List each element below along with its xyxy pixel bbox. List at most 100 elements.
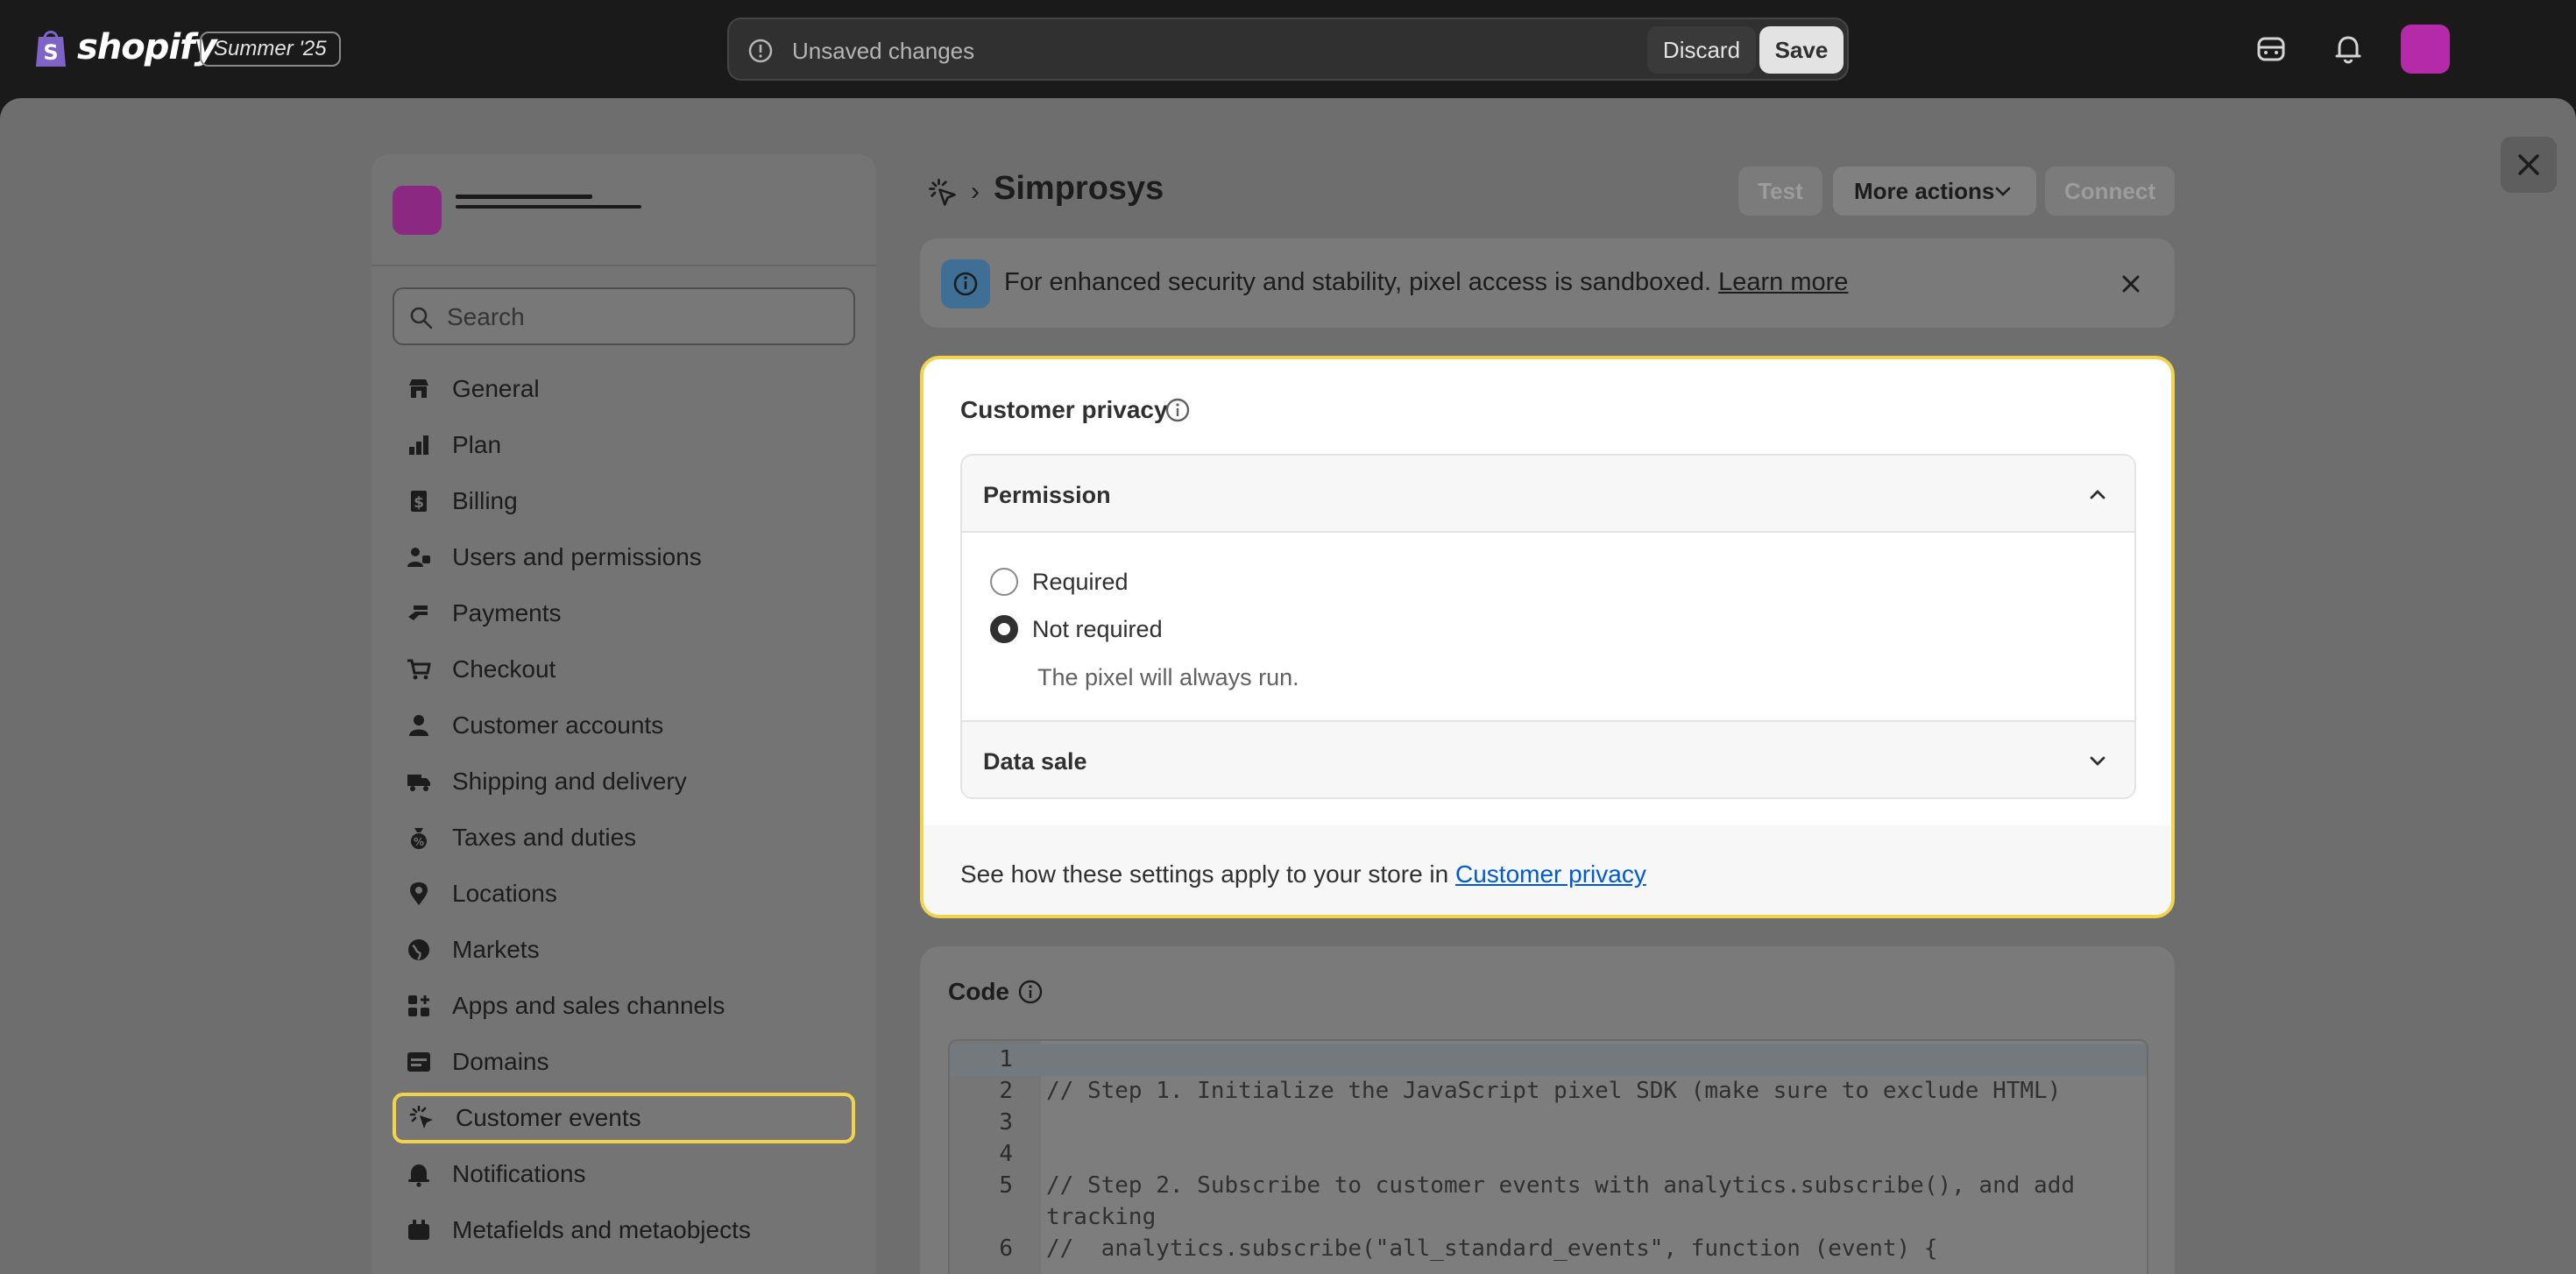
svg-text:S: S <box>43 40 58 65</box>
sidebar-item-markets[interactable]: Markets <box>393 922 855 978</box>
search-icon <box>410 307 433 329</box>
permission-heading: Permission <box>983 482 1111 508</box>
line-number: 2 <box>999 1078 1013 1104</box>
sidebar-item-label: Shipping and delivery <box>452 768 687 795</box>
breadcrumb-separator: › <box>971 177 980 206</box>
close-icon[interactable] <box>2501 137 2557 193</box>
store-header <box>372 154 876 266</box>
info-icon[interactable] <box>1016 978 1044 1006</box>
privacy-footer: See how these settings apply to your sto… <box>924 825 2171 915</box>
line-number: 4 <box>999 1141 1013 1167</box>
customer-privacy-link[interactable]: Customer privacy <box>1455 860 1646 888</box>
cursor-click-icon <box>407 1102 438 1134</box>
brand-wordmark: shopify <box>77 27 217 67</box>
unsaved-changes-text: Unsaved changes <box>792 38 975 64</box>
permission-header[interactable]: Permission <box>962 456 2134 533</box>
sidebar-item-label: General <box>452 375 540 402</box>
sidebar-item-label: Users and permissions <box>452 543 702 570</box>
info-icon <box>941 259 990 308</box>
chevron-up-icon <box>2090 490 2105 499</box>
person-icon <box>403 710 435 741</box>
radio-label: Required <box>1032 568 1129 595</box>
settings-search[interactable] <box>393 287 855 345</box>
cart-icon <box>403 654 435 685</box>
sidebar-item-notifications[interactable]: Notifications <box>393 1146 855 1202</box>
shopify-bag-icon: S <box>36 31 66 67</box>
chevron-down-icon <box>1995 187 2011 196</box>
tax-icon: % <box>403 822 435 853</box>
radio-required[interactable]: Required <box>990 568 1129 596</box>
line-number: 1 <box>999 1046 1013 1072</box>
more-actions-label: More actions <box>1854 177 1995 204</box>
sidebar-item-label: Apps and sales channels <box>452 992 725 1019</box>
code-line: // Step 1. Initialize the JavaScript pix… <box>1046 1078 2062 1104</box>
sidebar-item-metafields[interactable]: Metafields and metaobjects <box>393 1202 855 1258</box>
edition-badge[interactable]: Summer '25 <box>200 32 341 67</box>
info-icon[interactable] <box>1164 396 1192 424</box>
shopify-logo[interactable]: S shopify <box>33 26 217 68</box>
sidebar-item-label: Locations <box>452 880 557 907</box>
close-icon[interactable] <box>2115 268 2147 300</box>
sidebar-item-checkout[interactable]: Checkout <box>393 641 855 697</box>
sidebar-item-label: Plan <box>452 431 502 458</box>
connect-button[interactable]: Connect <box>2045 166 2175 216</box>
users-icon <box>403 541 435 573</box>
bell-icon[interactable] <box>2327 28 2369 70</box>
banner-text: For enhanced security and stability, pix… <box>1004 268 1712 296</box>
sidebar-item-billing[interactable]: $ Billing <box>393 473 855 529</box>
sidebar-item-label: Customer events <box>456 1104 641 1131</box>
user-avatar[interactable] <box>2401 25 2450 74</box>
domains-icon <box>403 1046 435 1078</box>
sidebar-item-customer-events[interactable]: Customer events <box>393 1093 855 1143</box>
radio-label: Not required <box>1032 615 1163 642</box>
banner-message: For enhanced security and stability, pix… <box>1004 268 1848 297</box>
discard-button[interactable]: Discard <box>1647 26 1756 74</box>
sidebar-item-taxes[interactable]: % Taxes and duties <box>393 810 855 866</box>
bell-icon <box>403 1158 435 1190</box>
alert-circle-icon <box>748 39 773 63</box>
search-orders-icon[interactable] <box>2250 28 2292 70</box>
radio-help-text: The pixel will always run. <box>1037 664 1299 690</box>
top-bar: S shopify Summer '25 Unsaved changes Dis… <box>0 0 2576 98</box>
line-number: 6 <box>999 1235 1013 1262</box>
truck-icon <box>403 766 435 797</box>
sidebar-item-label: Metafields and metaobjects <box>452 1216 751 1243</box>
radio-button[interactable] <box>990 568 1018 596</box>
sidebar-item-label: Checkout <box>452 655 556 683</box>
sidebar-item-label: Notifications <box>452 1160 586 1187</box>
svg-text:$: $ <box>414 494 424 512</box>
radio-button-checked[interactable] <box>990 615 1018 643</box>
test-button[interactable]: Test <box>1738 166 1822 216</box>
data-sale-header[interactable]: Data sale <box>962 720 2134 797</box>
sidebar-item-payments[interactable]: Payments <box>393 585 855 641</box>
store-icon <box>403 373 435 405</box>
code-editor[interactable]: 1 2 // Step 1. Initialize the JavaScript… <box>948 1039 2148 1274</box>
learn-more-link[interactable]: Learn more <box>1718 268 1848 296</box>
sidebar-item-apps[interactable]: Apps and sales channels <box>393 978 855 1034</box>
page-title: Simprosys <box>994 170 1164 207</box>
code-title: Code <box>948 978 1009 1005</box>
active-line-highlight <box>950 1044 2147 1076</box>
sidebar-item-label: Payments <box>452 599 562 626</box>
sidebar-item-locations[interactable]: Locations <box>393 866 855 922</box>
code-line: // analytics.subscribe("all_standard_eve… <box>1046 1235 1938 1262</box>
store-name-placeholder <box>456 195 592 199</box>
radio-not-required[interactable]: Not required <box>990 615 1163 643</box>
store-avatar[interactable] <box>393 186 442 235</box>
payments-icon <box>403 598 435 629</box>
sidebar-item-general[interactable]: General <box>393 361 855 417</box>
sidebar-item-label: Customer accounts <box>452 711 664 739</box>
sidebar-item-plan[interactable]: Plan <box>393 417 855 473</box>
sidebar-item-users[interactable]: Users and permissions <box>393 529 855 585</box>
sidebar-item-customer-accounts[interactable]: Customer accounts <box>393 697 855 754</box>
sidebar-item-label: Markets <box>452 936 540 963</box>
search-input[interactable] <box>447 300 832 335</box>
code-line: // Step 2. Subscribe to customer events … <box>1046 1172 2075 1199</box>
save-button[interactable]: Save <box>1759 26 1844 74</box>
data-sale-heading: Data sale <box>983 748 1087 775</box>
more-actions-button[interactable]: More actions <box>1833 166 2036 216</box>
sidebar-item-shipping[interactable]: Shipping and delivery <box>393 754 855 810</box>
sidebar-item-domains[interactable]: Domains <box>393 1034 855 1090</box>
location-icon <box>403 878 435 909</box>
settings-sidebar: General Plan $ Billing Users and permiss… <box>372 154 876 1274</box>
